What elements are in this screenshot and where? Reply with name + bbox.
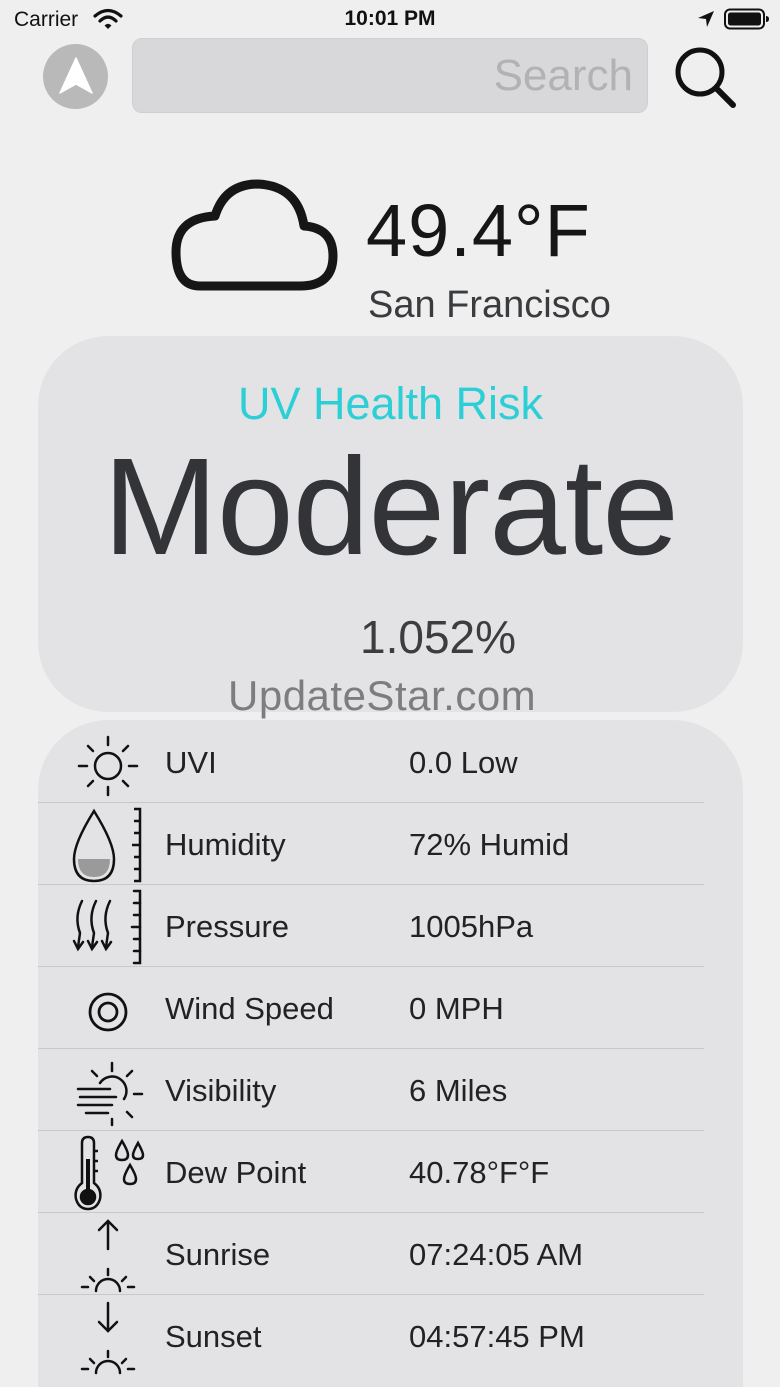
detail-row-visibility: Visibility 6 Miles: [38, 1049, 704, 1131]
sunset-icon: [68, 1299, 148, 1379]
detail-label: Sunset: [165, 1319, 262, 1354]
detail-row-sunset: Sunset 04:57:45 PM: [38, 1295, 704, 1379]
status-bar: Carrier 10:01 PM: [0, 0, 780, 40]
detail-value: 0 MPH: [409, 991, 504, 1026]
detail-value: 6 Miles: [409, 1073, 508, 1108]
battery-icon: [724, 8, 770, 35]
detail-label: Wind Speed: [165, 991, 334, 1026]
detail-row-humidity: Humidity 72% Humid: [38, 803, 704, 885]
detail-value: 07:24:05 AM: [409, 1237, 584, 1272]
search-field[interactable]: [132, 38, 648, 113]
sun-icon: [70, 725, 146, 801]
detail-label: UVI: [165, 745, 217, 780]
detail-label: Pressure: [165, 909, 290, 944]
pressure-icon: [70, 889, 146, 965]
current-temperature: 49.4°F: [366, 189, 591, 272]
search-button[interactable]: [670, 42, 740, 112]
watermark: UpdateStar.com: [228, 672, 537, 719]
detail-value: 0.0 Low: [409, 745, 518, 780]
navigation-arrow-icon: [59, 57, 93, 94]
uv-risk-percent: 1.052%: [360, 611, 517, 663]
status-time: 10:01 PM: [344, 7, 436, 30]
detail-value: 04:57:45 PM: [409, 1319, 585, 1354]
wind-target-icon: [70, 971, 146, 1047]
cloud-icon: [170, 176, 340, 301]
detail-label: Visibility: [165, 1073, 277, 1108]
detail-label: Humidity: [165, 827, 286, 862]
thermometer-drops-icon: [70, 1135, 146, 1211]
location-button[interactable]: [43, 44, 108, 109]
detail-row-sunrise: Sunrise 07:24:05 AM: [38, 1213, 704, 1297]
detail-row-pressure: Pressure 1005hPa: [38, 885, 704, 967]
uv-risk-level: Moderate: [103, 430, 679, 584]
detail-label: Dew Point: [165, 1155, 307, 1190]
detail-row-dew-point: Dew Point 40.78°F°F: [38, 1131, 704, 1213]
detail-value: 40.78°F°F: [409, 1155, 550, 1190]
humidity-drop-icon: [70, 807, 146, 883]
detail-row-wind-speed: Wind Speed 0 MPH: [38, 967, 704, 1049]
uv-card-title: UV Health Risk: [237, 378, 544, 429]
weather-screen: Carrier 10:01 PM Search 49.4°F San Franc…: [0, 0, 780, 1387]
sunrise-icon: [68, 1217, 148, 1297]
detail-label: Sunrise: [165, 1237, 271, 1272]
search-input[interactable]: [133, 39, 647, 112]
detail-row-uvi: UVI 0.0 Low: [38, 721, 704, 803]
search-icon: [675, 47, 736, 108]
detail-value: 1005hPa: [409, 909, 534, 944]
city-name: San Francisco: [368, 284, 611, 326]
detail-value: 72% Humid: [409, 827, 570, 862]
uv-risk-card: UV Health Risk Moderate 1.052%: [38, 336, 743, 712]
location-arrow-icon: [696, 9, 716, 34]
visibility-haze-icon: [70, 1053, 146, 1129]
